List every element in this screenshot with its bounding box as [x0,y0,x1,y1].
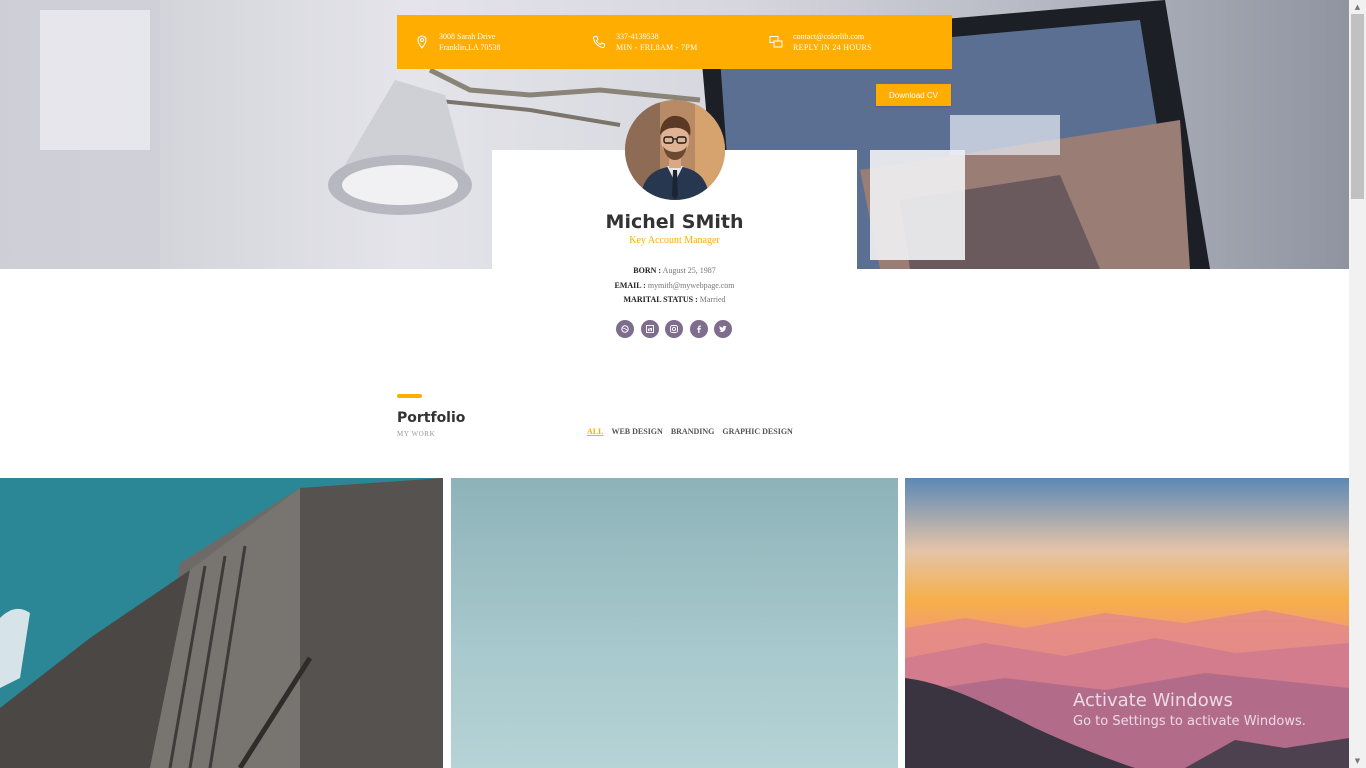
fact-email: EMAIL : mymith@mywebpage.com [492,279,857,294]
section-accent-bar [397,394,422,398]
scroll-up-arrow-icon[interactable]: ▲ [1349,0,1366,14]
portfolio-subtitle: MY WORK [397,430,436,438]
scroll-down-arrow-icon[interactable]: ▼ [1349,754,1366,768]
fact-born: BORN : August 25, 1987 [492,264,857,279]
contact-email: contact@colorlib.com REPLY IN 24 HOURS [769,31,946,53]
filter-branding[interactable]: BRANDING [671,427,715,436]
portfolio-item-building[interactable] [0,478,443,768]
email-reply-note: REPLY IN 24 HOURS [793,43,872,52]
phone-number[interactable]: 337-4139538 [616,31,698,42]
building-photo [0,478,443,768]
marital-value: Married [699,295,726,304]
social-links [616,320,732,338]
phone-hours: MIN - FRI,8AM - 7PM [616,43,698,52]
watermark-title: Activate Windows [1073,690,1233,711]
contact-bar: 3008 Sarah Drive Franklin,LA 70538 337-4… [397,15,952,69]
filter-graphic-design[interactable]: GRAPHIC DESIGN [722,427,792,436]
filter-all[interactable]: ALL [587,427,603,436]
dribbble-icon[interactable] [616,320,634,338]
twitter-icon[interactable] [714,320,732,338]
contact-phone: 337-4139538 MIN - FRI,8AM - 7PM [592,31,769,53]
avatar [625,100,725,200]
facebook-icon[interactable] [689,320,708,338]
marital-label: MARITAL STATUS : [623,295,698,304]
address-line1: 3008 Sarah Drive [439,32,496,41]
location-pin-icon [417,35,427,49]
profile-name: Michel SMith [605,211,744,233]
download-cv-button[interactable]: Download CV [876,84,951,106]
born-value: August 25, 1987 [662,266,716,275]
watermark-subtitle: Go to Settings to activate Windows. [1073,714,1306,729]
phone-icon [592,36,605,49]
email-link[interactable]: contact@colorlib.com [793,31,872,42]
address-line2: Franklin,LA 70538 [439,43,501,52]
email-label: EMAIL : [614,280,646,290]
portfolio-title: Portfolio [397,410,466,426]
contact-address: 3008 Sarah Drive Franklin,LA 70538 [415,31,592,53]
instagram-icon[interactable] [665,320,683,338]
email-value[interactable]: mymith@mywebpage.com [648,281,735,290]
filter-web-design[interactable]: WEB DESIGN [611,427,662,436]
born-label: BORN : [633,266,662,275]
chat-icon [769,36,783,48]
profile-role: Key Account Manager [629,235,720,246]
scrollbar-thumb[interactable] [1351,14,1364,199]
portfolio-item-sky[interactable] [451,478,898,768]
portfolio-filters: ALL WEB DESIGN BRANDING GRAPHIC DESIGN [587,427,793,436]
linkedin-icon[interactable] [640,320,659,338]
avatar-photo [625,100,725,200]
fact-marital: MARITAL STATUS : Married [492,293,857,308]
windows-activation-watermark: Activate Windows Go to Settings to activ… [1073,690,1306,729]
profile-facts: BORN : August 25, 1987 EMAIL : mymith@my… [492,264,857,308]
